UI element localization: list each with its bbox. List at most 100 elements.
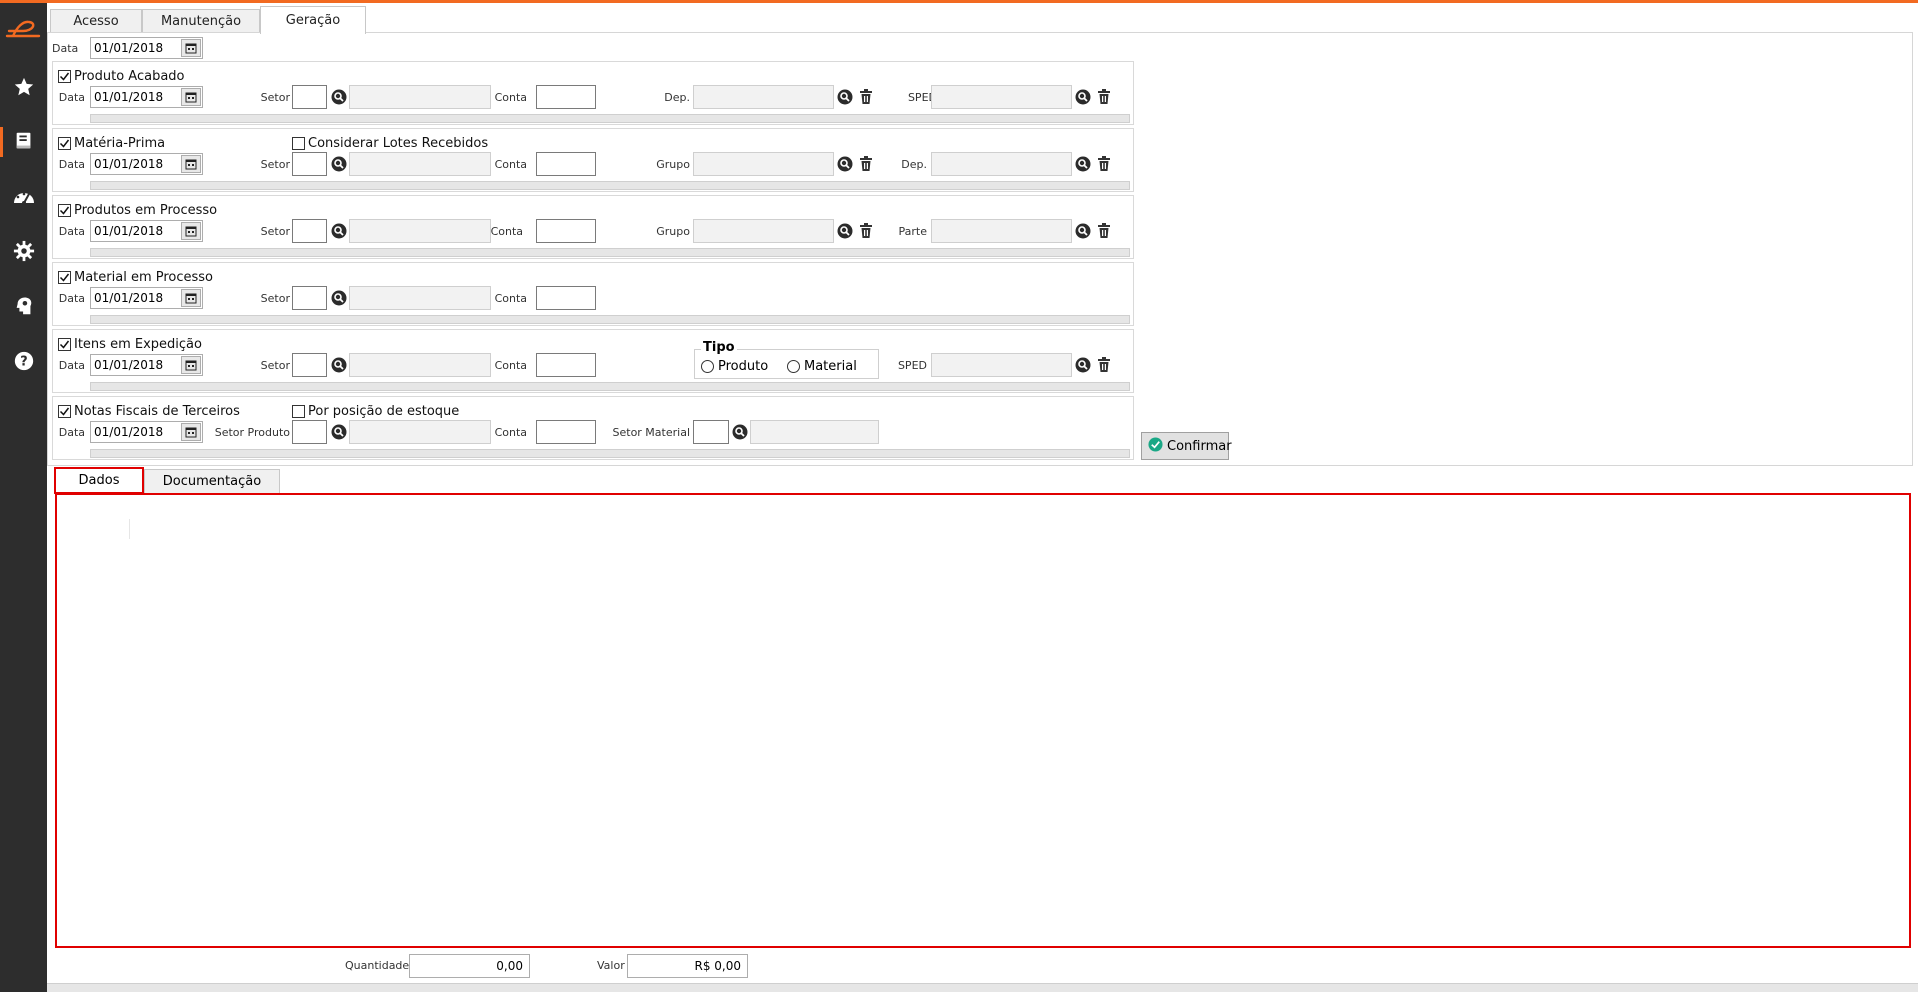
materia-prima-grupo-trash-icon[interactable] (859, 156, 875, 172)
notas-fiscais-setor-produto-search-icon[interactable] (331, 424, 347, 440)
tab-manutencao[interactable]: Manutenção (142, 9, 260, 33)
materia-prima-conta-input[interactable] (536, 152, 596, 176)
itens-expedicao-sped-search-icon[interactable] (1075, 357, 1091, 373)
materia-prima-setor-search-icon[interactable] (331, 156, 347, 172)
calendar-icon[interactable] (181, 356, 201, 374)
material-processo-setor-search-icon[interactable] (331, 290, 347, 306)
produtos-processo-parte-desc (931, 219, 1072, 243)
itens-expedicao-date-field[interactable]: 01/01/2018 (90, 354, 203, 376)
status-strip (47, 983, 1918, 992)
materia-prima-grupo-search-icon[interactable] (837, 156, 853, 172)
material-processo-data-label: Data (58, 292, 85, 305)
notas-fiscais-conta-input[interactable] (536, 420, 596, 444)
calendar-icon[interactable] (181, 155, 201, 173)
produto-acabado-setor-input[interactable] (292, 85, 327, 109)
produto-acabado-sped-search-icon[interactable] (1075, 89, 1091, 105)
itens-expedicao-sped-trash-icon[interactable] (1097, 357, 1113, 373)
confirmar-button[interactable]: Confirmar (1141, 432, 1232, 460)
tab-dados[interactable]: Dados (54, 467, 144, 494)
materia-prima-dep-desc (931, 152, 1072, 176)
produtos-processo-parte-trash-icon[interactable] (1097, 223, 1113, 239)
material-processo-conta-input[interactable] (536, 286, 596, 310)
produto-acabado-dep-trash-icon[interactable] (859, 89, 875, 105)
produto-acabado-dep-search-icon[interactable] (837, 89, 853, 105)
calendar-icon[interactable] (181, 88, 201, 106)
materia-prima-dep-trash-icon[interactable] (1097, 156, 1113, 172)
material-processo-setor-label: Setor (260, 292, 290, 305)
tab-acesso[interactable]: Acesso (50, 9, 142, 33)
produto-acabado-setor-label: Setor (260, 91, 290, 104)
itens-expedicao-setor-search-icon[interactable] (331, 357, 347, 373)
itens-expedicao-checkbox[interactable]: Itens em Expedição (58, 337, 202, 352)
calendar-icon[interactable] (181, 222, 201, 240)
produtos-processo-setor-search-icon[interactable] (331, 223, 347, 239)
itens-expedicao-setor-input[interactable] (292, 353, 327, 377)
itens-expedicao-conta-input[interactable] (536, 353, 596, 377)
produtos-processo-conta-input[interactable] (536, 219, 596, 243)
produtos-processo-checkbox[interactable]: Produtos em Processo (58, 203, 217, 218)
considerar-lotes-checkbox[interactable]: Considerar Lotes Recebidos (292, 136, 488, 151)
produto-acabado-sped-trash-icon[interactable] (1097, 89, 1113, 105)
produtos-processo-grupo-desc (693, 219, 834, 243)
produtos-processo-setor-input[interactable] (292, 219, 327, 243)
produto-acabado-setor-desc (349, 85, 491, 109)
itens-expedicao-conta-label: Conta (494, 359, 527, 372)
materia-prima-checkbox[interactable]: Matéria-Prima (58, 136, 165, 151)
produtos-processo-parte-search-icon[interactable] (1075, 223, 1091, 239)
produto-acabado-date-field[interactable]: 01/01/2018 (90, 86, 203, 108)
valor-field: R$ 0,00 (627, 954, 748, 978)
tab-documentacao[interactable]: Documentação (144, 469, 280, 493)
notas-fiscais-setor-material-desc (750, 420, 879, 444)
notas-fiscais-setor-produto-input[interactable] (292, 420, 327, 444)
produtos-processo-data-label: Data (58, 225, 85, 238)
svg-text:?: ? (20, 355, 27, 370)
help-question-icon[interactable]: ? (0, 343, 47, 379)
itens-expedicao-data-label: Data (58, 359, 85, 372)
tipo-produto-radio[interactable]: Produto (701, 359, 768, 374)
materia-prima-scrollbar[interactable] (90, 181, 1130, 190)
produto-acabado-conta-input[interactable] (536, 85, 596, 109)
settings-gear-icon[interactable] (0, 233, 47, 269)
produto-acabado-checkbox[interactable]: Produto Acabado (58, 69, 185, 84)
materia-prima-setor-label: Setor (260, 158, 290, 171)
logo-icon[interactable] (3, 19, 45, 41)
produtos-processo-scrollbar[interactable] (90, 248, 1130, 257)
produto-acabado-dep-desc (693, 85, 834, 109)
produto-acabado-sped-desc (931, 85, 1072, 109)
material-processo-date-field[interactable]: 01/01/2018 (90, 287, 203, 309)
produto-acabado-scrollbar[interactable] (90, 114, 1130, 123)
tab-geracao[interactable]: Geração (260, 6, 366, 34)
produtos-processo-grupo-search-icon[interactable] (837, 223, 853, 239)
notas-fiscais-setor-material-input[interactable] (693, 420, 729, 444)
calendar-icon[interactable] (181, 423, 201, 441)
modules-book-icon[interactable] (0, 123, 47, 159)
notas-fiscais-scrollbar[interactable] (90, 449, 1130, 458)
produto-acabado-setor-search-icon[interactable] (331, 89, 347, 105)
notas-fiscais-conta-label: Conta (494, 426, 527, 439)
calendar-icon[interactable] (181, 39, 201, 57)
materia-prima-dep-search-icon[interactable] (1075, 156, 1091, 172)
material-processo-scrollbar[interactable] (90, 315, 1130, 324)
calendar-icon[interactable] (181, 289, 201, 307)
notas-fiscais-date-field[interactable]: 01/01/2018 (90, 421, 203, 443)
notas-fiscais-setor-material-search-icon[interactable] (732, 424, 748, 440)
itens-expedicao-scrollbar[interactable] (90, 382, 1130, 391)
notas-fiscais-checkbox[interactable]: Notas Fiscais de Terceiros (58, 404, 240, 419)
material-processo-setor-desc (349, 286, 491, 310)
dashboard-gauge-icon[interactable] (0, 178, 47, 214)
tipo-title: Tipo (701, 340, 737, 355)
materia-prima-setor-input[interactable] (292, 152, 327, 176)
produtos-processo-grupo-trash-icon[interactable] (859, 223, 875, 239)
top-date-field[interactable]: 01/01/2018 (90, 37, 203, 59)
produtos-processo-setor-label: Setor (260, 225, 290, 238)
favorites-star-icon[interactable] (0, 69, 47, 105)
materia-prima-date-field[interactable]: 01/01/2018 (90, 153, 203, 175)
material-processo-setor-input[interactable] (292, 286, 327, 310)
tipo-material-radio[interactable]: Material (787, 359, 857, 374)
dados-grid-area[interactable] (55, 493, 1911, 948)
material-processo-checkbox[interactable]: Material em Processo (58, 270, 213, 285)
produtos-processo-date-field[interactable]: 01/01/2018 (90, 220, 203, 242)
produto-acabado-data-label: Data (58, 91, 85, 104)
posicao-estoque-checkbox[interactable]: Por posição de estoque (292, 404, 459, 419)
brain-head-icon[interactable] (0, 288, 47, 324)
